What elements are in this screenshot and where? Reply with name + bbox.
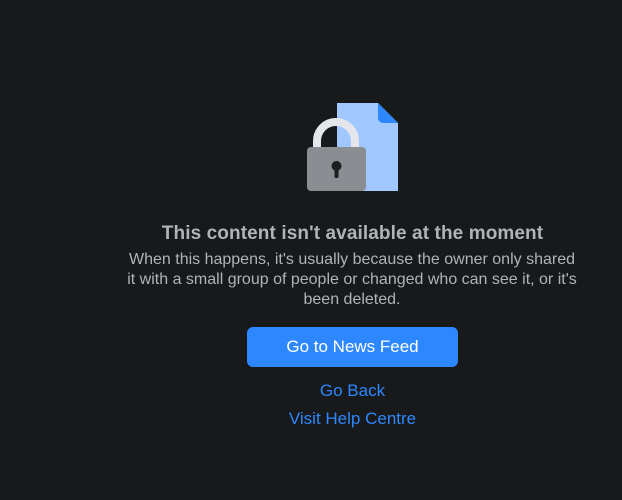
- keyhole-slot: [334, 167, 339, 178]
- go-back-link[interactable]: Go Back: [200, 381, 505, 401]
- visit-help-centre-link[interactable]: Visit Help Centre: [200, 409, 505, 429]
- locked-document-icon: [305, 103, 399, 193]
- locked-document-graphic: [307, 103, 398, 191]
- page-description: When this happens, it's usually because …: [127, 251, 577, 308]
- page-title: This content isn't available at the mome…: [161, 223, 544, 244]
- document-fold: [378, 103, 398, 123]
- content-unavailable-page: This content isn't available at the mome…: [0, 0, 622, 500]
- go-to-news-feed-button[interactable]: Go to News Feed: [247, 327, 458, 367]
